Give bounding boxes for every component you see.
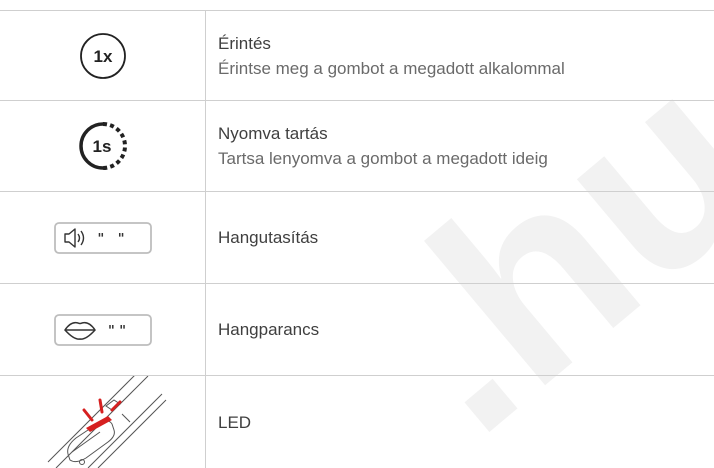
speaker-prompt-icon: " ": [53, 221, 152, 254]
legend-row-hold: 1s Nyomva tartás Tartsa lenyomva a gombo…: [0, 101, 714, 191]
lips-voice-command-icon: " ": [53, 313, 152, 346]
lips-quote-marks: " ": [107, 324, 125, 339]
legend-row-voice-command: " " Hangparancs: [0, 284, 714, 375]
row-title: Nyomva tartás: [218, 124, 328, 143]
legend-row-led: LED: [0, 376, 714, 468]
led-device-icon: [47, 376, 166, 468]
press-hold-1s-icon: 1s: [78, 122, 127, 170]
row-title: Hangparancs: [218, 320, 320, 339]
text-cell: Érintés Érintse meg a gombot a megadott …: [218, 11, 704, 100]
tap-1x-icon: 1x: [79, 32, 126, 79]
row-title: Érintés: [218, 33, 271, 53]
speaker-quote-marks: " ": [97, 232, 124, 247]
legend-table: 1x Érintés Érintse meg a gombot a megado…: [0, 0, 714, 468]
row-description: Tartsa lenyomva a gombot a megadott idei…: [218, 149, 548, 168]
icon-cell: 1x: [0, 11, 205, 100]
hold-duration-label: 1s: [92, 137, 111, 156]
row-description: Érintse meg a gombot a megadott alkalomm…: [218, 58, 565, 78]
icon-cell: 1s: [0, 101, 205, 191]
text-cell: Hangutasítás: [218, 192, 704, 283]
text-cell: Nyomva tartás Tartsa lenyomva a gombot a…: [218, 101, 704, 191]
icon-cell: [0, 376, 205, 468]
icon-cell: " ": [0, 284, 205, 375]
icon-cell: " ": [0, 192, 205, 283]
row-title: LED: [218, 412, 252, 432]
tap-count-label: 1x: [93, 47, 112, 66]
text-cell: LED: [218, 376, 704, 468]
legend-row-tap: 1x Érintés Érintse meg a gombot a megado…: [0, 11, 714, 100]
row-title: Hangutasítás: [218, 228, 319, 247]
text-cell: Hangparancs: [218, 284, 704, 375]
legend-row-voice-prompt: " " Hangutasítás: [0, 192, 714, 283]
